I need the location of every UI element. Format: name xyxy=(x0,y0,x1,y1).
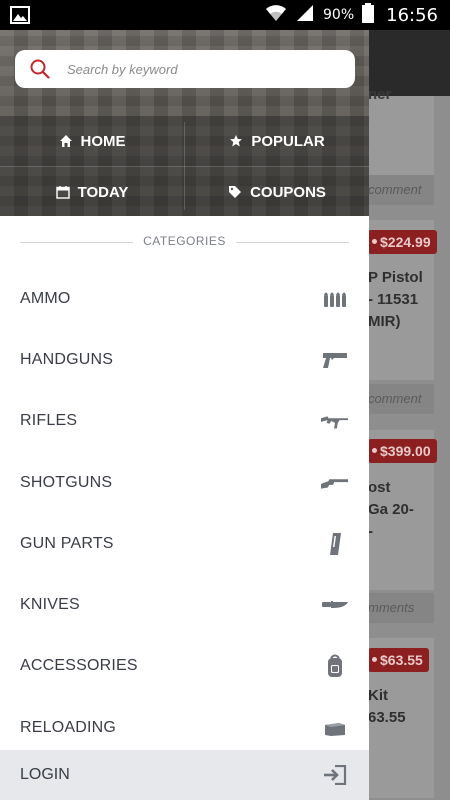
login-icon xyxy=(321,764,349,786)
category-label: SHOTGUNS xyxy=(20,473,113,491)
background-comment: comment xyxy=(360,175,434,205)
background-price: $224.99 xyxy=(368,230,437,254)
category-item-shotguns[interactable]: SHOTGUNS xyxy=(0,452,369,513)
wifi-icon xyxy=(265,3,287,28)
quick-nav-home[interactable]: HOME xyxy=(0,116,184,166)
backpack-icon xyxy=(321,654,349,678)
quick-nav: HOME POPULAR TODAY COUPONS xyxy=(0,116,369,216)
category-item-accessories[interactable]: ACCESSORIES xyxy=(0,636,369,697)
background-title-line: ost xyxy=(368,479,391,496)
navigation-drawer: HOME POPULAR TODAY COUPONS xyxy=(0,30,369,800)
search-input[interactable] xyxy=(67,61,327,77)
knife-icon xyxy=(321,594,349,616)
category-label: HANDGUNS xyxy=(20,350,114,368)
background-title-line: MIR) xyxy=(368,313,401,330)
category-label: GUN PARTS xyxy=(20,534,114,552)
quick-nav-popular[interactable]: POPULAR xyxy=(185,116,369,166)
ammo-icon xyxy=(321,288,349,310)
background-title-line: 63.55 xyxy=(368,709,406,726)
category-item-rifles[interactable]: RIFLES xyxy=(0,391,369,452)
search-icon[interactable] xyxy=(29,58,51,80)
background-title-line: P Pistol xyxy=(368,269,423,286)
star-icon xyxy=(229,134,243,148)
background-text: ner xyxy=(368,86,392,103)
battery-percent: 90% xyxy=(323,7,355,23)
background-title-line: Kit xyxy=(368,687,388,704)
category-item-knives[interactable]: KNIVES xyxy=(0,574,369,635)
categories-title: CATEGORIES xyxy=(133,234,236,248)
quick-nav-today[interactable]: TODAY xyxy=(0,167,184,216)
background-title-line: - xyxy=(368,523,373,540)
shotgun-icon xyxy=(321,472,349,494)
categories-header: CATEGORIES xyxy=(0,216,369,268)
category-item-gun-parts[interactable]: GUN PARTS xyxy=(0,513,369,574)
category-label: AMMO xyxy=(20,289,71,307)
drawer-header: HOME POPULAR TODAY COUPONS xyxy=(0,30,369,216)
tag-icon xyxy=(228,185,242,199)
battery-icon xyxy=(362,2,375,28)
category-item-handguns[interactable]: HANDGUNS xyxy=(0,329,369,390)
home-icon xyxy=(59,134,73,148)
clock: 16:56 xyxy=(386,4,438,26)
background-title-line: - 11531 xyxy=(368,291,419,308)
category-label: RIFLES xyxy=(20,412,78,430)
quick-nav-label: TODAY xyxy=(77,183,129,201)
handgun-icon xyxy=(321,349,349,371)
login-label: LOGIN xyxy=(20,766,70,783)
category-item-ammo[interactable]: AMMO xyxy=(0,268,369,329)
category-label: ACCESSORIES xyxy=(20,657,138,675)
category-list: AMMO HANDGUNS RIFLES SHOTGUNS GUN PARTS xyxy=(0,268,369,758)
category-label: RELOADING xyxy=(20,718,117,736)
rifle-icon xyxy=(321,410,349,432)
quick-nav-coupons[interactable]: COUPONS xyxy=(185,167,369,216)
login-button[interactable]: LOGIN xyxy=(0,750,369,800)
ammo-box-icon xyxy=(321,717,349,739)
background-price: $399.00 xyxy=(368,439,437,463)
calendar-icon xyxy=(55,185,70,199)
status-bar: 90% 16:56 xyxy=(0,0,450,30)
quick-nav-label: COUPONS xyxy=(250,183,326,201)
magazine-icon xyxy=(321,532,349,555)
signal-icon xyxy=(295,3,315,28)
gallery-icon xyxy=(10,6,30,24)
background-title-line: Ga 20- xyxy=(368,501,414,518)
category-label: KNIVES xyxy=(20,596,80,614)
background-price: $63.55 xyxy=(368,648,429,672)
background-comment: comment xyxy=(360,384,434,414)
search-bar[interactable] xyxy=(15,50,355,88)
quick-nav-label: HOME xyxy=(80,132,126,150)
background-comment: mments xyxy=(360,593,434,623)
quick-nav-label: POPULAR xyxy=(251,132,325,150)
